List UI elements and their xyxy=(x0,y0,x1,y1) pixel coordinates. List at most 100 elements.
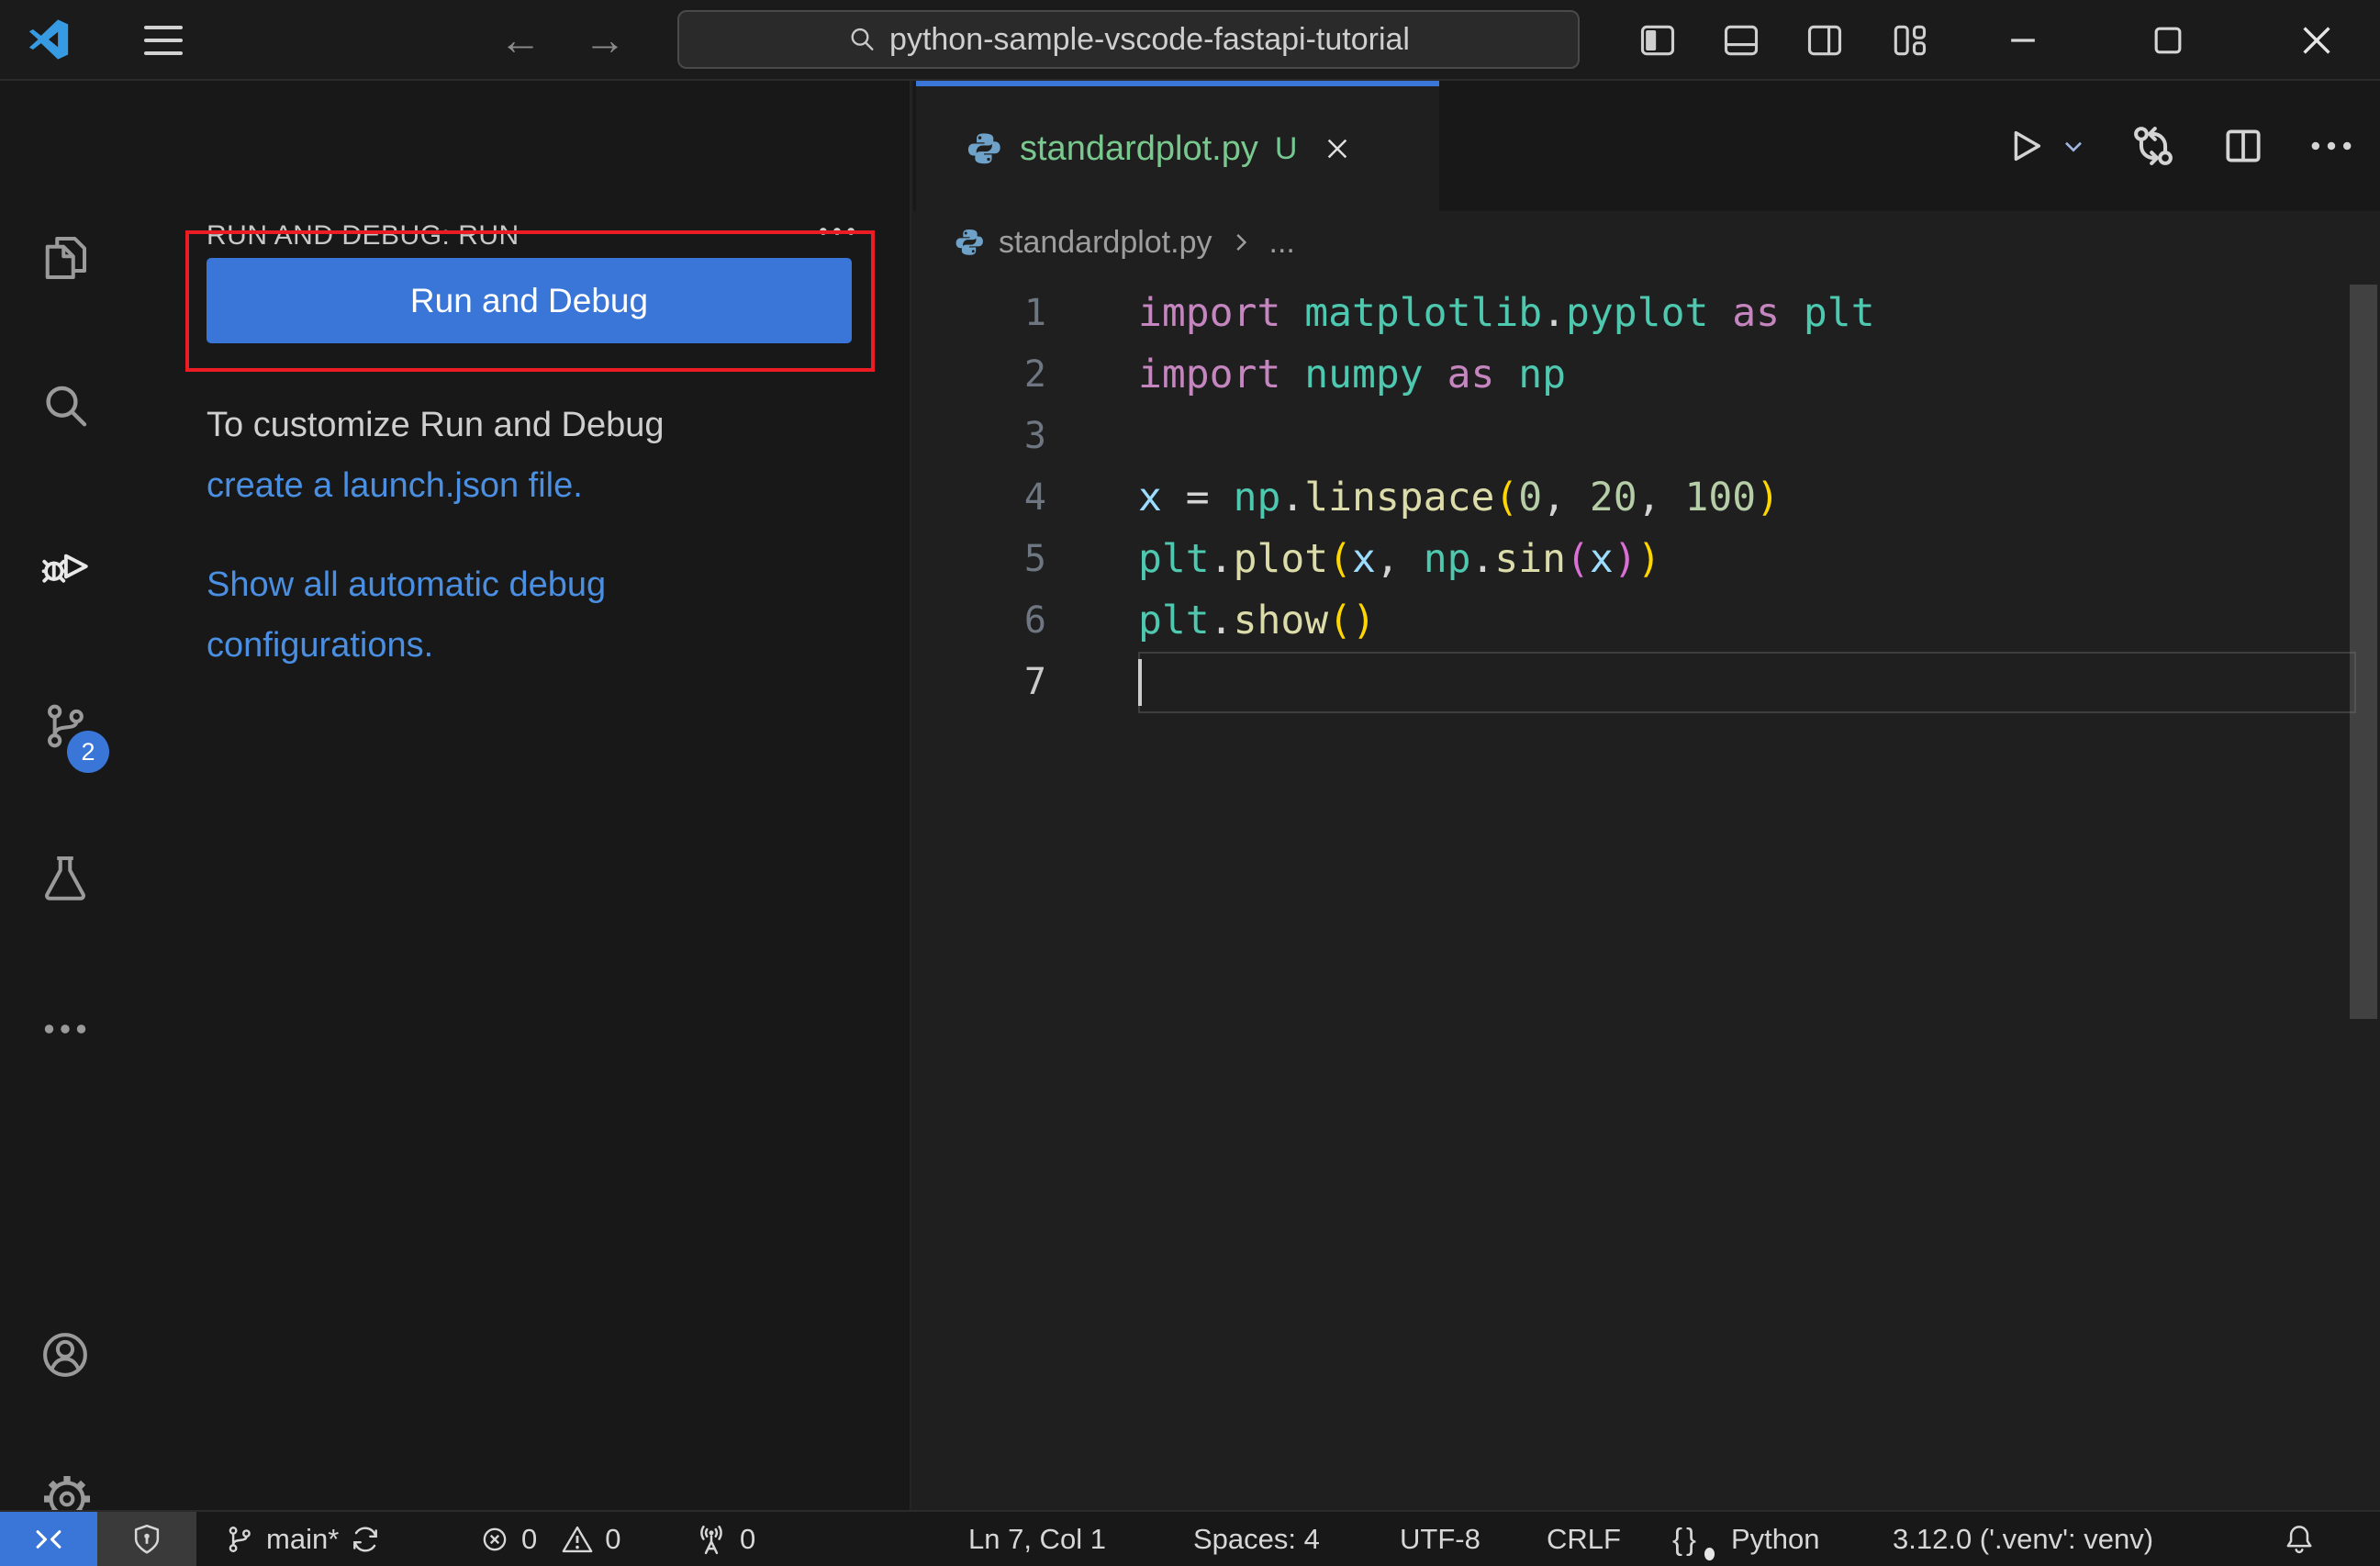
line-content[interactable]: x = np.linspace(0, 20, 100) xyxy=(1046,467,1780,529)
hint-text: To customize Run and Debug xyxy=(207,406,665,444)
close-icon[interactable] xyxy=(2296,19,2338,62)
editor-more-actions-icon[interactable] xyxy=(2308,131,2354,161)
line-content[interactable]: plt.plot(x, np.sin(x)) xyxy=(1046,529,1661,590)
cursor-position[interactable]: Ln 7, Col 1 xyxy=(968,1512,1106,1566)
indentation[interactable]: Spaces: 4 xyxy=(1193,1512,1320,1566)
run-python-file-icon[interactable] xyxy=(2004,125,2046,167)
line-number: 6 xyxy=(1023,599,1046,642)
code-line[interactable]: 1 import matplotlib.pyplot as plt xyxy=(913,283,2380,344)
problems-status[interactable]: 0 0 xyxy=(479,1512,621,1566)
python-file-icon xyxy=(955,227,984,258)
sync-icon xyxy=(350,1524,381,1555)
toggle-panel-icon[interactable] xyxy=(1720,19,1762,62)
tab-filename: standardplot.py xyxy=(1020,129,1258,168)
line-content[interactable]: import numpy as np xyxy=(1046,344,1566,406)
run-and-debug-button[interactable]: Run and Debug xyxy=(207,258,852,343)
maximize-icon[interactable] xyxy=(2147,19,2189,62)
menu-icon[interactable] xyxy=(142,22,184,59)
more-views-icon[interactable] xyxy=(39,1003,91,1055)
line-content[interactable]: plt.show() xyxy=(1046,590,1376,652)
interpreter-label: 3.12.0 ('.venv': venv) xyxy=(1893,1522,2154,1555)
source-control-badge: 2 xyxy=(67,731,109,773)
tab-standardplot[interactable]: standardplot.py U xyxy=(916,81,1439,211)
breadcrumb-file[interactable]: standardplot.py xyxy=(999,225,1212,261)
language-mode[interactable]: {} Python xyxy=(1672,1512,1820,1566)
eol-sequence[interactable]: CRLF xyxy=(1547,1512,1621,1566)
open-changes-icon[interactable] xyxy=(2129,121,2178,171)
braces-icon: {} xyxy=(1672,1522,1720,1560)
search-value: python-sample-vscode-fastapi-tutorial xyxy=(889,21,1410,57)
editor-group: standardplot.py U standardplot.py ... 1 … xyxy=(913,81,2380,1510)
tab-close-icon[interactable] xyxy=(1323,134,1352,163)
errors-icon xyxy=(479,1524,510,1555)
toggle-primary-sidebar-icon[interactable] xyxy=(1637,19,1679,62)
cursor-position-label: Ln 7, Col 1 xyxy=(968,1522,1106,1555)
activity-bar: 2 BR xyxy=(0,81,138,1559)
tab-git-status: U xyxy=(1274,130,1298,166)
python-interpreter[interactable]: 3.12.0 ('.venv': venv) xyxy=(1893,1512,2153,1566)
branch-name: main* xyxy=(266,1522,340,1555)
line-number: 4 xyxy=(1023,476,1046,519)
shield-icon xyxy=(129,1522,164,1557)
minimize-icon[interactable] xyxy=(2002,19,2044,62)
views-more-actions-icon[interactable] xyxy=(817,218,857,255)
code-line[interactable]: 7 xyxy=(913,652,2380,713)
forward-arrow-icon[interactable]: → xyxy=(584,9,626,70)
show-debug-configurations-link-2[interactable]: configurations. xyxy=(207,615,890,676)
split-editor-icon[interactable] xyxy=(2220,123,2266,169)
code-line[interactable]: 5 plt.plot(x, np.sin(x)) xyxy=(913,529,2380,590)
current-line-highlight xyxy=(1138,652,2356,713)
warnings-icon xyxy=(561,1523,594,1556)
remote-icon xyxy=(31,1522,66,1557)
testing-icon[interactable] xyxy=(39,852,91,903)
create-launch-json-link[interactable]: create a launch.json file. xyxy=(207,455,890,516)
show-debug-configurations-link[interactable]: Show all automatic debug xyxy=(207,554,890,615)
line-number: 5 xyxy=(1023,538,1046,580)
account-icon[interactable] xyxy=(39,1329,91,1381)
line-content[interactable] xyxy=(1046,652,1138,713)
language-label: Python xyxy=(1731,1522,1820,1555)
editor-actions xyxy=(2004,81,2354,211)
ports-status[interactable]: 0 xyxy=(694,1512,755,1566)
code-line[interactable]: 6 plt.show() xyxy=(913,590,2380,652)
chevron-right-icon xyxy=(1227,229,1255,256)
breadcrumb-more[interactable]: ... xyxy=(1269,225,1295,261)
notifications[interactable] xyxy=(2282,1512,2317,1566)
line-number: 7 xyxy=(1023,661,1046,703)
warnings-count: 0 xyxy=(605,1522,621,1555)
text-cursor xyxy=(1138,659,1142,706)
code-editor[interactable]: 1 import matplotlib.pyplot as plt 2 import … xyxy=(913,274,2380,1510)
command-center-search[interactable]: python-sample-vscode-fastapi-tutorial xyxy=(677,10,1580,69)
indentation-label: Spaces: 4 xyxy=(1193,1522,1320,1555)
breadcrumb: standardplot.py ... xyxy=(913,211,2380,274)
auto-configurations: Show all automatic debug configurations. xyxy=(207,554,890,676)
line-number: 3 xyxy=(1023,415,1046,457)
workspace-trust[interactable] xyxy=(97,1512,196,1566)
code-line[interactable]: 4x = np.linspace(0, 20, 100) xyxy=(913,467,2380,529)
explorer-icon[interactable] xyxy=(39,232,91,284)
code-line[interactable]: 2 import numpy as np xyxy=(913,344,2380,406)
bell-icon xyxy=(2282,1522,2317,1557)
line-content[interactable]: import matplotlib.pyplot as plt xyxy=(1046,283,1875,344)
git-branch-icon xyxy=(224,1524,255,1555)
remote-indicator[interactable] xyxy=(0,1512,97,1566)
customize-hint: To customize Run and Debug create a laun… xyxy=(207,395,890,516)
errors-count: 0 xyxy=(521,1522,538,1555)
encoding[interactable]: UTF-8 xyxy=(1400,1512,1481,1566)
customize-layout-icon[interactable] xyxy=(1888,19,1930,62)
ports-count: 0 xyxy=(740,1522,756,1555)
search-view-icon[interactable] xyxy=(39,381,91,432)
sidebar-title: RUN AND DEBUG: RUN xyxy=(207,220,520,251)
line-content[interactable] xyxy=(1046,406,1138,467)
git-branch-status[interactable]: main* xyxy=(224,1512,381,1566)
status-bar: main* 0 0 0 Ln 7, Col 1 Spaces: 4 UTF-8 … xyxy=(0,1510,2380,1566)
toggle-secondary-sidebar-icon[interactable] xyxy=(1804,19,1846,62)
code-lines: 1 import matplotlib.pyplot as plt 2 import … xyxy=(913,283,2380,713)
back-arrow-icon[interactable]: ← xyxy=(499,9,542,70)
line-number: 1 xyxy=(1023,292,1046,334)
run-dropdown-chevron-icon[interactable] xyxy=(2059,131,2088,161)
run-and-debug-icon[interactable] xyxy=(39,541,91,592)
code-line[interactable]: 3 xyxy=(913,406,2380,467)
editor-scrollbar[interactable] xyxy=(2350,285,2377,1019)
line-number: 2 xyxy=(1023,353,1046,396)
